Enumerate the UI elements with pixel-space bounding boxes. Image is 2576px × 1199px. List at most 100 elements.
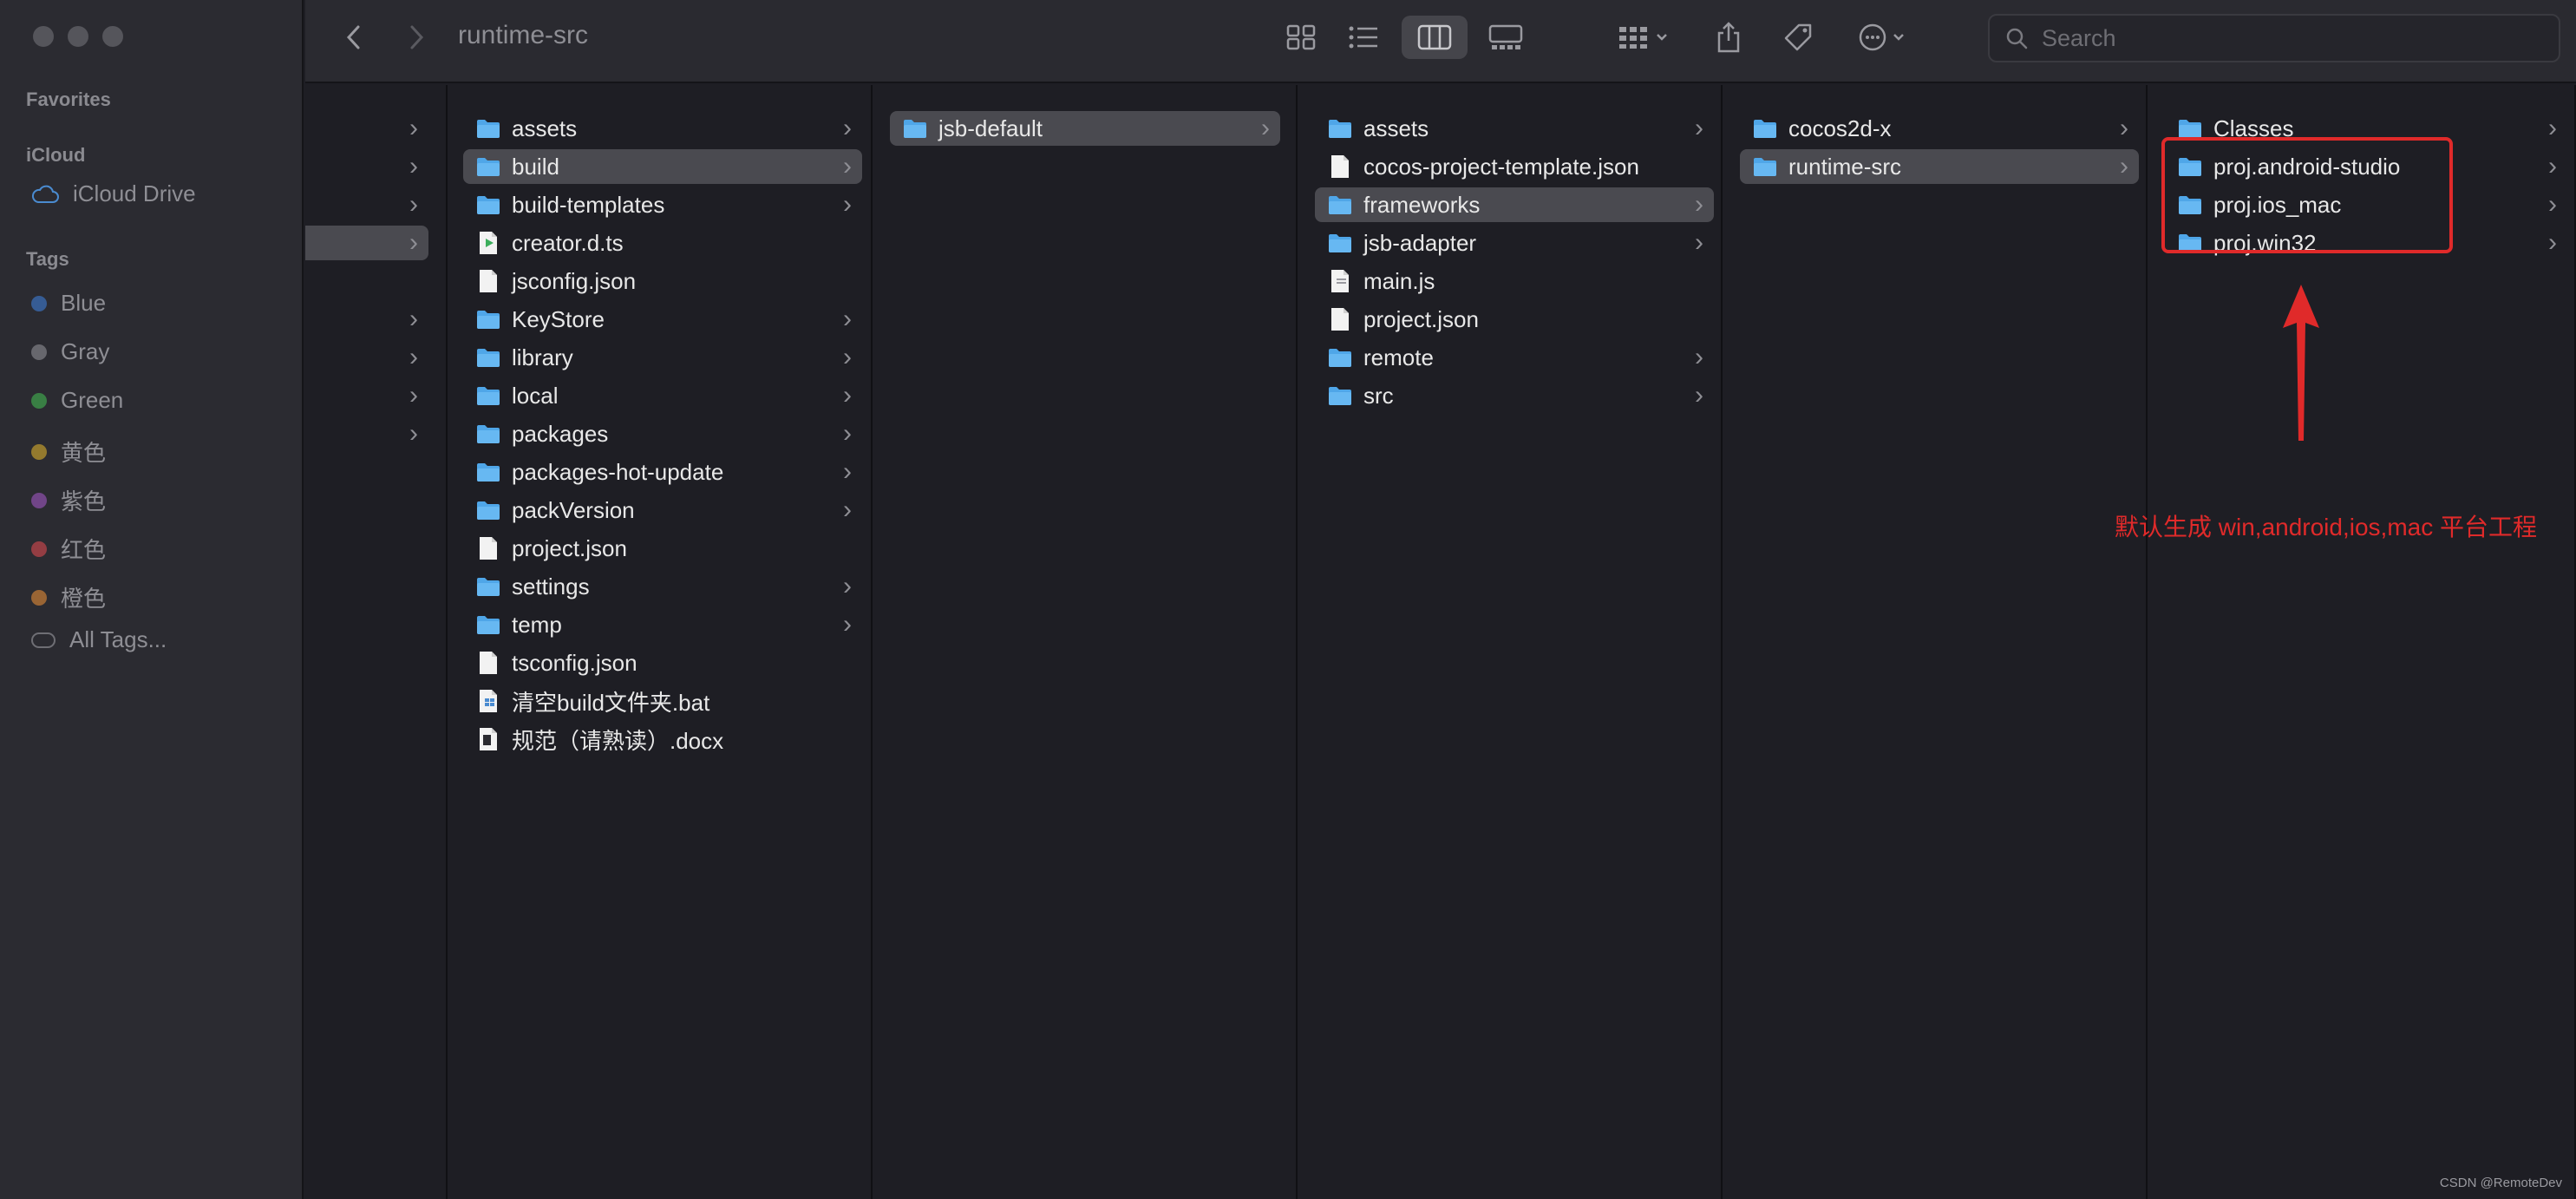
sidebar-item-icloud-drive[interactable]: iCloud Drive: [31, 180, 196, 207]
folder-row[interactable]: settings ›: [463, 569, 862, 604]
item-label: library: [512, 344, 573, 370]
tag-button[interactable]: [1776, 16, 1820, 59]
tag-color-dot-icon: [31, 443, 47, 460]
group-by-button[interactable]: [1606, 16, 1681, 59]
sidebar-item-label: 黄色: [61, 440, 107, 466]
close-window-button[interactable]: [33, 26, 54, 47]
folder-icon: [1327, 117, 1353, 140]
sidebar-item-label: 紫色: [61, 488, 107, 514]
file-row[interactable]: main.js: [1315, 264, 1714, 298]
folder-row[interactable]: ›: [305, 340, 428, 375]
file-row[interactable]: 规范（请熟读）.docx: [463, 722, 862, 757]
chevron-right-icon: [410, 25, 424, 49]
column-view-button[interactable]: [1402, 16, 1468, 59]
column-4[interactable]: cocos2d-x › runtime-src ›: [1723, 85, 2148, 1199]
chevron-right-icon: ›: [2548, 152, 2557, 180]
search-field[interactable]: [1988, 14, 2560, 62]
item-label: project.json: [1363, 305, 1479, 332]
folder-row[interactable]: build-templates ›: [463, 187, 862, 222]
folder-row[interactable]: ›: [305, 302, 428, 337]
share-button[interactable]: [1707, 16, 1750, 59]
sidebar-tag-item[interactable]: Green: [31, 387, 123, 414]
folder-row[interactable]: temp ›: [463, 607, 862, 642]
sidebar-item-all-tags[interactable]: All Tags...: [31, 626, 167, 653]
file-row[interactable]: cocos-project-template.json: [1315, 149, 1714, 184]
sidebar-tag-item[interactable]: Gray: [31, 338, 109, 365]
folder-row[interactable]: local ›: [463, 378, 862, 413]
back-button[interactable]: [337, 16, 371, 59]
folder-row[interactable]: ›: [305, 378, 428, 413]
column-0[interactable]: › › › › › › › ›: [305, 85, 448, 1199]
sidebar-item-label: 橙色: [61, 586, 107, 612]
folder-row[interactable]: ›: [305, 416, 428, 451]
chevron-right-icon: ›: [1695, 343, 1703, 371]
minimize-window-button[interactable]: [68, 26, 88, 47]
sidebar-item-label: 红色: [61, 537, 107, 563]
folder-row[interactable]: ›: [305, 111, 428, 146]
file-icon: [475, 728, 501, 750]
file-row[interactable]: creator.d.ts: [463, 226, 862, 260]
folder-row[interactable]: frameworks ›: [1315, 187, 1714, 222]
ellipsis-circle-icon: [1859, 23, 1904, 51]
sidebar-item-label: All Tags...: [69, 626, 167, 652]
folder-row[interactable]: ›: [305, 149, 428, 184]
sidebar-tag-item[interactable]: 橙色: [31, 581, 106, 613]
folder-row[interactable]: packVersion ›: [463, 493, 862, 527]
file-row[interactable]: jsconfig.json: [463, 264, 862, 298]
list-view-button[interactable]: [1339, 16, 1388, 59]
more-actions-button[interactable]: [1849, 16, 1919, 59]
column-2[interactable]: jsb-default ›: [873, 85, 1298, 1199]
zoom-window-button[interactable]: [102, 26, 123, 47]
forward-button[interactable]: [399, 16, 434, 59]
item-label: runtime-src: [1788, 153, 1902, 180]
file-row[interactable]: project.json: [463, 531, 862, 566]
sidebar-tag-item[interactable]: 黄色: [31, 436, 106, 468]
chevron-right-icon: ›: [409, 343, 418, 371]
sidebar-tag-item[interactable]: 紫色: [31, 484, 106, 516]
folder-row[interactable]: packages-hot-update ›: [463, 455, 862, 489]
gallery-view-button[interactable]: [1480, 16, 1532, 59]
column-1[interactable]: assets › build › build-templates › creator.d.t…: [448, 85, 873, 1199]
chevron-right-icon: ›: [1695, 114, 1703, 142]
sidebar-tag-item[interactable]: Blue: [31, 290, 106, 317]
chevron-right-icon: ›: [843, 152, 852, 180]
sidebar-item-label: iCloud Drive: [73, 180, 196, 206]
sidebar-item-label: Gray: [61, 338, 110, 364]
sidebar-tag-item[interactable]: 红色: [31, 533, 106, 565]
folder-row[interactable]: library ›: [463, 340, 862, 375]
folder-row[interactable]: ›: [305, 226, 428, 260]
file-row[interactable]: 清空build文件夹.bat: [463, 684, 862, 718]
folder-row[interactable]: runtime-src ›: [1740, 149, 2139, 184]
folder-row[interactable]: remote ›: [1315, 340, 1714, 375]
folder-row[interactable]: [305, 264, 428, 298]
column-3[interactable]: assets › cocos-project-template.json framew…: [1298, 85, 1723, 1199]
folder-row[interactable]: ›: [305, 187, 428, 222]
chevron-right-icon: ›: [409, 305, 418, 333]
folder-row[interactable]: cocos2d-x ›: [1740, 111, 2139, 146]
chevron-right-icon: ›: [843, 457, 852, 486]
icon-view-button[interactable]: [1277, 16, 1325, 59]
folder-row[interactable]: KeyStore ›: [463, 302, 862, 337]
chevron-right-icon: ›: [843, 419, 852, 448]
chevron-right-icon: ›: [2120, 114, 2128, 142]
folder-icon: [475, 346, 501, 369]
folder-row[interactable]: build ›: [463, 149, 862, 184]
folder-icon: [902, 117, 928, 140]
item-label: remote: [1363, 344, 1434, 370]
folder-row[interactable]: assets ›: [463, 111, 862, 146]
folder-row[interactable]: jsb-adapter ›: [1315, 226, 1714, 260]
folder-row[interactable]: src ›: [1315, 378, 1714, 413]
chevron-right-icon: ›: [409, 419, 418, 448]
file-row[interactable]: tsconfig.json: [463, 645, 862, 680]
chevron-right-icon: ›: [409, 381, 418, 409]
all-tags-icon: [31, 632, 56, 648]
file-row[interactable]: project.json: [1315, 302, 1714, 337]
folder-row[interactable]: packages ›: [463, 416, 862, 451]
item-label: creator.d.ts: [512, 229, 624, 256]
folder-row[interactable]: assets ›: [1315, 111, 1714, 146]
folder-icon: [1327, 384, 1353, 407]
search-input[interactable]: [2040, 23, 2529, 53]
chevron-right-icon: ›: [2120, 152, 2128, 180]
folder-row[interactable]: jsb-default ›: [890, 111, 1280, 146]
item-label: cocos-project-template.json: [1363, 153, 1639, 180]
